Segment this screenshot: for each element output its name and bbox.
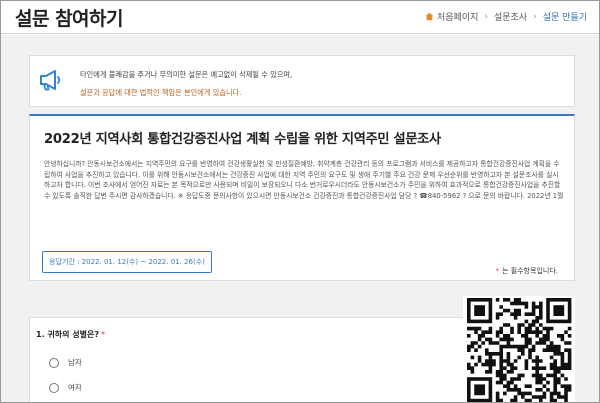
survey-description: 안녕하십니까? 안동시보건소에서는 지역주민의 요구를 반영하여 건강생활실천 … [44, 160, 564, 200]
radio-button[interactable] [49, 357, 59, 368]
response-period-badge: 응답기간 : 2022. 01. 12(수) ~ 2022. 01. 26(수) [42, 251, 212, 273]
notice-warning-text: 설문과 응답에 대한 법적인 책임은 본인에게 있습니다. [80, 88, 242, 97]
option-female[interactable]: 여자 [49, 382, 82, 393]
breadcrumb-survey-link[interactable]: 설문조사 [494, 10, 527, 23]
question-card: 1. 귀하의 성별은? * 남자 여자 [29, 317, 499, 402]
breadcrumb: 처음페이지 › 설문조사 › 설문 만들기 [425, 10, 587, 23]
breadcrumb-current[interactable]: 설문 만들기 [543, 10, 587, 23]
qr-finder-pattern [467, 377, 493, 402]
megaphone-icon [40, 70, 61, 91]
breadcrumb-separator-icon: › [533, 11, 537, 22]
notice-box: 타인에게 불쾌감을 주거나 무의미한 설문은 예고없이 삭제될 수 있으며, 설… [29, 55, 575, 107]
survey-title: 2022년 지역사회 통합건강증진사업 계획 수립을 위한 지역주민 설문조사 [44, 132, 441, 147]
radio-button[interactable] [49, 382, 59, 393]
qr-finder-pattern [467, 298, 493, 324]
option-label: 남자 [68, 358, 82, 367]
required-field-note: * 는 필수항목입니다. [496, 266, 558, 276]
home-icon [425, 12, 434, 21]
option-male[interactable]: 남자 [49, 357, 82, 368]
breadcrumb-separator-icon: › [484, 11, 488, 22]
survey-info-card: 2022년 지역사회 통합건강증진사업 계획 수립을 위한 지역주민 설문조사 … [29, 114, 575, 281]
notice-text: 타인에게 불쾌감을 주거나 무의미한 설문은 예고없이 삭제될 수 있으며, [80, 70, 293, 79]
page-frame: 설문 참여하기 처음페이지 › 설문조사 › 설문 만들기 타인에게 불쾌감을 … [0, 0, 600, 403]
qr-finder-pattern [546, 298, 572, 324]
qr-code-image [467, 298, 572, 402]
required-note-text: 는 필수항목입니다. [502, 267, 558, 275]
option-label: 여자 [68, 383, 82, 392]
required-mark: * [100, 330, 105, 339]
qr-code [463, 296, 575, 402]
question-title-text: 1. 귀하의 성별은? [36, 330, 99, 339]
page-header: 설문 참여하기 처음페이지 › 설문조사 › 설문 만들기 [1, 1, 599, 34]
required-mark: * [495, 267, 500, 275]
page-title: 설문 참여하기 [15, 8, 124, 30]
breadcrumb-home-link[interactable]: 처음페이지 [437, 10, 478, 23]
question-title: 1. 귀하의 성별은? * [36, 329, 105, 340]
